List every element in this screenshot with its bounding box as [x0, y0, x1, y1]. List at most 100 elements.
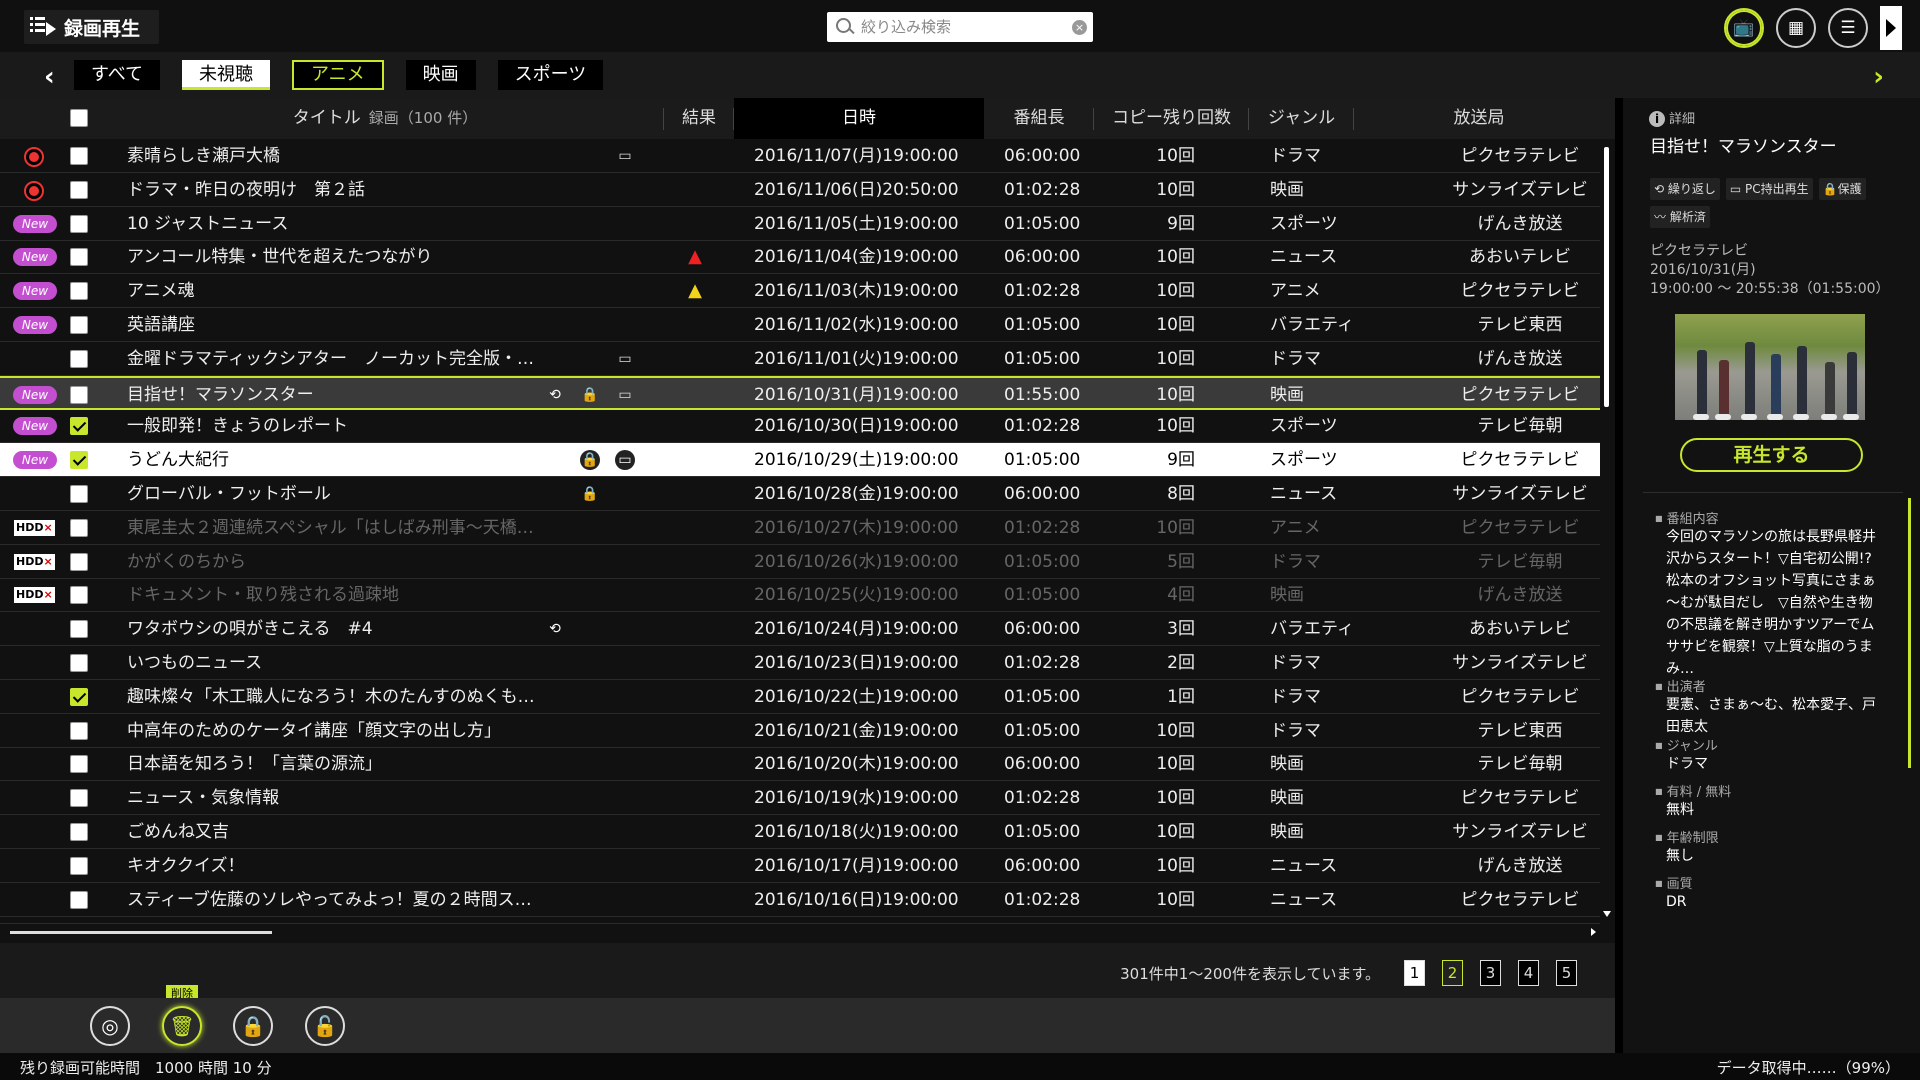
row-checkbox[interactable]	[70, 856, 88, 875]
app-title-button[interactable]: 録画再生	[24, 10, 159, 44]
table-row[interactable]: New 英語講座 2016/11/02(水)19:00:00 01:05:00 10回 バ…	[0, 308, 1600, 342]
unprotect-button[interactable]: 🔓	[305, 1006, 345, 1046]
search-input[interactable]	[861, 18, 1061, 36]
row-checkbox[interactable]	[70, 823, 88, 841]
chevron-right-icon[interactable]: ›	[1873, 62, 1884, 92]
header-channel[interactable]: 放送局	[1354, 98, 1604, 139]
header-result[interactable]: 結果	[664, 98, 734, 139]
program-thumbnail	[1675, 314, 1865, 420]
table-row[interactable]: いつものニュース 2016/10/23(日)19:00:00 01:02:28 2回 ド…	[0, 646, 1600, 680]
playlist-icon[interactable]: ☰	[1828, 8, 1868, 48]
row-checkbox[interactable]	[70, 349, 88, 368]
page-2[interactable]: 2	[1442, 960, 1463, 986]
table-row[interactable]: ドラマ・昨日の夜明け 第２話 2016/11/06(日)20:50:00 01:02…	[0, 173, 1600, 207]
table-row[interactable]: 素晴らしき瀬戸大橋 2016/11/07(月)19:00:00 06:00:00 10…	[0, 139, 1600, 173]
table-row[interactable]: 金曜ドラマティックシアター ノーカット完全版・… 2016/11/01(火)19:…	[0, 342, 1600, 376]
row-checkbox[interactable]	[70, 180, 88, 199]
scrollbar-thumb[interactable]	[10, 931, 272, 934]
table-row[interactable]: 日本語を知ろう！「言葉の源流」 2016/10/20(木)19:00:00 06:0…	[0, 747, 1600, 782]
table-row[interactable]: ニュース・気象情報 2016/10/19(水)19:00:00 01:02:28 10…	[0, 781, 1600, 816]
page-5[interactable]: 5	[1556, 960, 1577, 986]
row-genre: バラエティ	[1270, 619, 1354, 640]
row-date: 2016/11/01(火)19:00:00	[754, 348, 959, 369]
row-checkbox[interactable]	[70, 890, 88, 909]
side-panel-toggle[interactable]	[1880, 6, 1902, 50]
category-tab-sports[interactable]: スポーツ	[497, 60, 604, 90]
row-length: 06:00:00	[1004, 146, 1081, 166]
table-row[interactable]: New アンコール特集・世代を超えたつながり 2016/11/04(金)19:00:…	[0, 240, 1600, 275]
horizontal-scrollbar[interactable]	[0, 923, 1600, 939]
row-checkbox[interactable]	[70, 755, 88, 774]
vertical-scrollbar[interactable]	[1600, 139, 1615, 919]
table-row[interactable]: New 目指せ！マラソンスター 2016/10/31(月)19:00:00 01:55…	[0, 375, 1600, 410]
cast-label: 出演者	[1655, 676, 1706, 695]
scroll-right-icon[interactable]	[1591, 928, 1596, 936]
header-date[interactable]: 日時	[734, 98, 984, 139]
search-box[interactable]: ×	[827, 12, 1093, 42]
program-guide-icon[interactable]: ▦	[1776, 8, 1816, 48]
header-copy-count[interactable]: コピー残り回数	[1094, 98, 1249, 139]
table-row[interactable]: グローバル・フットボール 2016/10/28(金)19:00:00 06:00:0…	[0, 477, 1600, 511]
chevron-left-icon[interactable]: ‹	[44, 62, 55, 92]
row-checkbox[interactable]	[70, 248, 88, 267]
table-row[interactable]: HDD× 東尾圭太２週連続スペシャル「はしばみ刑事～天橋… 2016/10/27(木…	[0, 511, 1600, 545]
detail-scrollbar[interactable]	[1908, 498, 1911, 768]
row-checkbox[interactable]	[70, 620, 88, 639]
table-row[interactable]: HDD× ドキュメント・取り残される過疎地 2016/10/25(火)19:00:0…	[0, 578, 1600, 613]
row-copy-count: 10回	[1156, 179, 1195, 200]
disc-dub-button[interactable]: ◎	[90, 1006, 130, 1046]
category-tab-movie[interactable]: 映画	[405, 60, 476, 90]
table-row[interactable]: スティーブ佐藤のソレやってみよっ！夏の２時間ス… 2016/10/16(日)19:…	[0, 883, 1600, 917]
table-row[interactable]: New 10 ジャストニュース 2016/11/05(土)19:00:00 01:05…	[0, 207, 1600, 241]
row-checkbox[interactable]	[70, 518, 88, 537]
table-row[interactable]: ワタボウシの唄がきこえる #4 2016/10/24(月)19:00:00 06:0…	[0, 612, 1600, 647]
category-tab-all[interactable]: すべて	[74, 60, 161, 90]
protect-button[interactable]: 🔒	[233, 1006, 273, 1046]
row-genre: ドラマ	[1270, 720, 1321, 741]
header-length[interactable]: 番組長	[984, 98, 1094, 139]
row-checkbox[interactable]	[70, 282, 88, 301]
table-row[interactable]: 趣味燦々「木工職人になろう！木のたんすのぬくも… 2016/10/22(土)19:…	[0, 680, 1600, 714]
row-checkbox[interactable]	[70, 214, 88, 233]
row-checkbox[interactable]	[70, 451, 88, 470]
table-row[interactable]: HDD× かがくのちから 2016/10/26(水)19:00:00 01:05:00…	[0, 545, 1600, 579]
repeat-icon: ⟲	[549, 621, 561, 638]
row-date: 2016/10/18(火)19:00:00	[754, 822, 959, 842]
header-title[interactable]: タイトル 録画（100 件）	[106, 98, 664, 139]
category-tab-anime[interactable]: アニメ	[292, 60, 384, 90]
page-4[interactable]: 4	[1518, 960, 1539, 986]
row-checkbox[interactable]	[70, 721, 88, 740]
row-checkbox[interactable]	[70, 385, 88, 404]
row-title: 目指せ！マラソンスター	[127, 384, 314, 405]
scrollbar-thumb[interactable]	[1604, 147, 1609, 407]
row-channel: ピクセラテレビ	[1460, 384, 1580, 405]
row-length: 06:00:00	[1004, 484, 1081, 504]
scroll-down-icon[interactable]	[1603, 911, 1611, 917]
header-genre[interactable]: ジャンル	[1249, 98, 1354, 139]
select-all-checkbox[interactable]	[70, 109, 88, 127]
row-checkbox[interactable]	[70, 687, 88, 706]
table-row[interactable]: New うどん大紀行 2016/10/29(土)19:00:00 01:05:00 9回…	[0, 443, 1600, 478]
row-date: 2016/10/27(木)19:00:00	[754, 517, 959, 538]
row-checkbox[interactable]	[70, 552, 88, 571]
delete-button[interactable]: 🗑	[162, 1006, 202, 1046]
row-checkbox[interactable]	[70, 789, 88, 808]
row-checkbox[interactable]	[70, 586, 88, 605]
table-row[interactable]: キオククイズ！ 2016/10/17(月)19:00:00 06:00:00 10回 ニ…	[0, 849, 1600, 883]
category-tab-unwatched[interactable]: 未視聴	[182, 60, 271, 90]
clear-search-icon[interactable]: ×	[1072, 20, 1087, 35]
lock-icon: 🔒	[240, 1014, 266, 1038]
table-row[interactable]: New 一般即発！きょうのレポート 2016/10/30(日)19:00:00 01:…	[0, 409, 1600, 444]
row-checkbox[interactable]	[70, 417, 88, 436]
tv-icon[interactable]: 📺	[1724, 8, 1764, 48]
row-checkbox[interactable]	[70, 147, 88, 165]
play-button[interactable]: 再生する	[1680, 438, 1863, 472]
table-row[interactable]: New アニメ魂 2016/11/03(木)19:00:00 01:02:28 10回 ア…	[0, 274, 1600, 309]
row-checkbox[interactable]	[70, 485, 88, 503]
table-row[interactable]: ごめんね又吉 2016/10/18(火)19:00:00 01:05:00 10回 映画…	[0, 815, 1600, 849]
row-checkbox[interactable]	[70, 654, 88, 672]
page-3[interactable]: 3	[1480, 960, 1501, 986]
row-checkbox[interactable]	[70, 316, 88, 334]
table-row[interactable]: 中高年のためのケータイ講座「顔文字の出し方」 2016/10/21(金)19:00…	[0, 714, 1600, 748]
page-1[interactable]: 1	[1404, 960, 1425, 986]
